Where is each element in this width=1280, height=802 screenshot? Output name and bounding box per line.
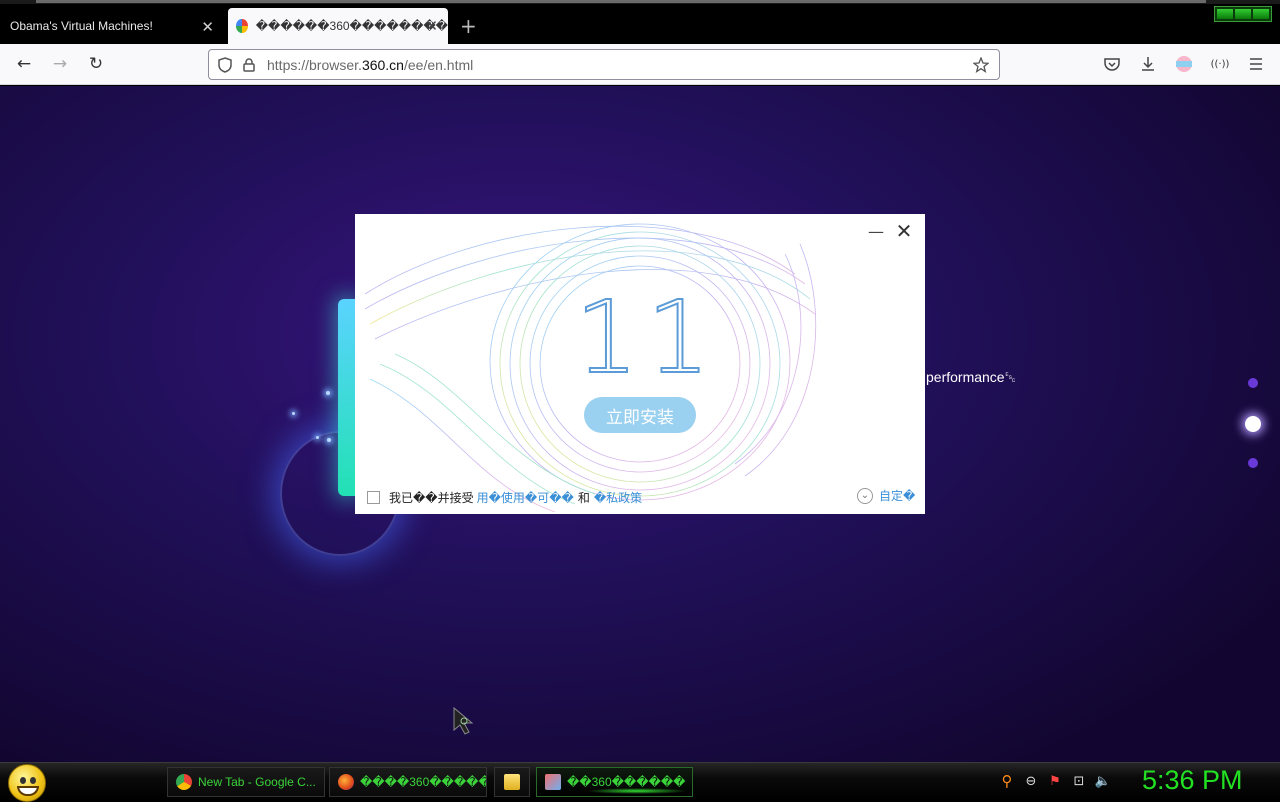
slide-dot-3[interactable] [1248,458,1258,468]
url-text[interactable]: https://browser.360.cn/ee/en.html [267,57,473,73]
360-favicon-icon [236,19,248,33]
tab-close-icon[interactable]: ✕ [425,17,438,35]
tab-close-icon[interactable]: ✕ [201,18,214,36]
taskbar: New Tab - Google C... ����360������ — Mo… [0,762,1280,802]
task-label: ��360������ [567,775,686,789]
new-tab-button[interactable]: + [460,14,477,38]
custom-install-option[interactable]: ⌄ 自定� [857,487,915,504]
360-installer-icon [545,774,561,790]
taskbar-item-chrome[interactable]: New Tab - Google C... [167,767,325,797]
search-icon[interactable]: ⚲ [998,772,1016,790]
network-icon[interactable]: ⊡ [1070,772,1088,790]
lock-icon[interactable] [237,53,261,77]
title-bar-line [36,0,1206,3]
slide-dot-2-active[interactable] [1245,416,1261,432]
navigation-toolbar: ← → ↻ https://browser.360.cn/ee/en.html … [0,44,1280,85]
mouse-cursor-icon [453,706,474,735]
menu-icon[interactable] [1244,52,1268,76]
tab-title: Obama's Virtual Machines! [10,19,153,33]
performance-text: performance␛ [926,369,1016,385]
sparkle-decoration [316,436,319,439]
url-bar[interactable]: https://browser.360.cn/ee/en.html [208,49,1000,80]
reload-button[interactable]: ↻ [84,52,108,76]
tab-title: ������360�������� [255,19,448,33]
clock[interactable]: 5:36 PM [1142,765,1243,796]
privacy-policy-link[interactable]: �私政策 [594,489,642,506]
tab-virtual-machines[interactable]: Obama's Virtual Machines! ✕ [0,8,222,44]
task-label: New Tab - Google C... [198,775,316,789]
taskbar-item-firefox[interactable]: ����360������ — Mozilla... [329,767,487,797]
extension-icon[interactable]: ((·)) [1208,52,1232,76]
volume-icon[interactable]: 🔈 [1094,772,1112,790]
installer-dialog: — ✕ 11 立即安装 我已��并接受 用�使用�可�� 和 �私政策 ⌄ 自定… [355,214,925,514]
sparkle-decoration [326,391,330,395]
task-label: ����360������ — Mozilla... [360,775,486,789]
slide-dot-1[interactable] [1248,378,1258,388]
device-illustration [338,299,356,496]
version-number: 11 [574,279,719,396]
profile-icon[interactable] [1172,52,1196,76]
tab-360-browser[interactable]: ������360�������� ✕ [228,8,448,44]
back-button[interactable]: ← [12,52,36,76]
minus-circle-icon[interactable]: ⊖ [1022,772,1040,790]
window-controls[interactable] [1214,6,1272,22]
and-text: 和 [577,491,590,505]
license-link[interactable]: 用�使用�可�� [477,489,574,506]
custom-label: 自定� [879,489,916,503]
active-indicator [587,788,687,794]
agree-checkbox[interactable] [367,491,380,504]
bookmark-star-icon[interactable] [969,53,993,77]
sparkle-decoration [327,438,331,442]
forward-button[interactable]: → [48,52,72,76]
start-button-smiley-icon[interactable] [8,764,46,802]
system-tray: ⚲ ⊖ ⚑ ⊡ 🔈 [998,772,1112,790]
sparkle-decoration [292,412,295,415]
pocket-icon[interactable] [1100,52,1124,76]
taskbar-item-360-installer[interactable]: ��360������ [536,767,693,797]
shield-icon[interactable] [213,53,237,77]
chevron-down-icon: ⌄ [857,487,873,504]
chrome-icon [176,774,192,790]
close-button[interactable]: ✕ [893,220,915,242]
minimize-button[interactable]: — [865,222,887,244]
folder-icon [504,774,520,790]
agreement-row: 我已��并接受 用�使用�可�� 和 �私政策 [367,489,642,506]
agree-text: 我已��并接受 [389,491,474,505]
taskbar-item-explorer[interactable] [494,767,530,797]
web-page: performance␛ — ✕ 11 立即安装 我已��并接受 用�使用�可�… [0,86,1280,762]
download-icon[interactable] [1136,52,1160,76]
firefox-icon [338,774,354,790]
install-now-button[interactable]: 立即安装 [584,397,696,433]
flag-icon[interactable]: ⚑ [1046,772,1064,790]
tab-strip: Obama's Virtual Machines! ✕ ������360���… [0,0,1280,44]
